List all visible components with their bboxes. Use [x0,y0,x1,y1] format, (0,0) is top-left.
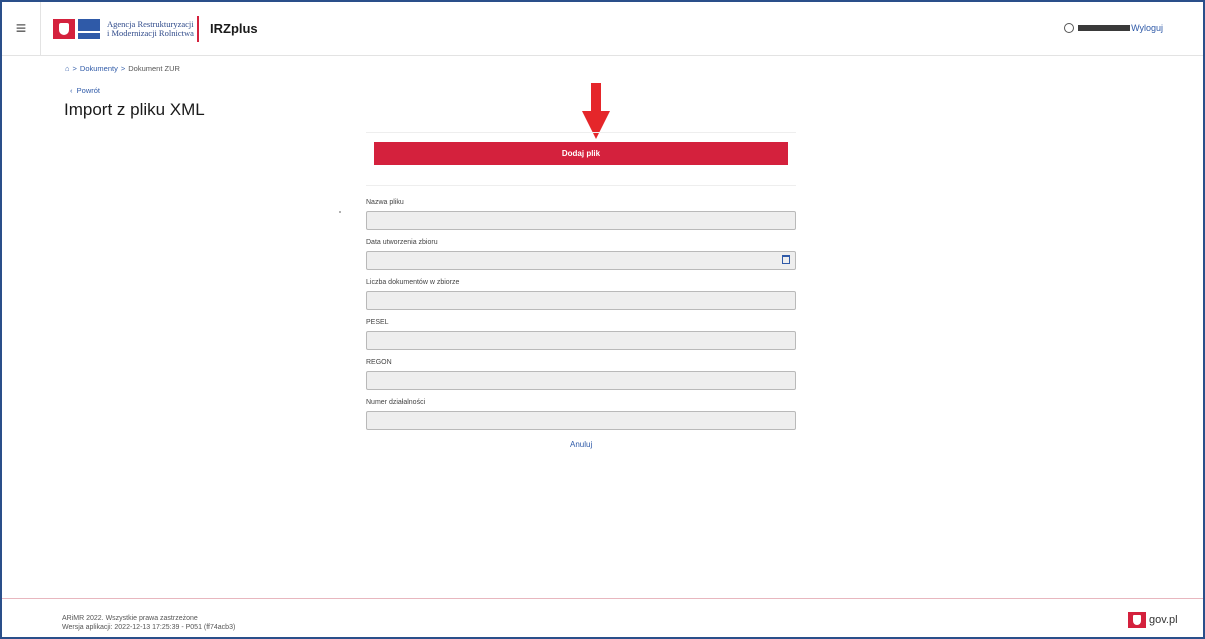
breadcrumb-item-current: Dokument ZUR [128,64,180,73]
hamburger-menu-icon[interactable]: ≡ [2,2,41,55]
back-label: Powrót [76,86,101,95]
gov-pl-label: gov.pl [1149,614,1178,626]
arimr-mark-icon [78,19,100,39]
home-icon[interactable]: ⌂ [65,64,70,73]
header-separator [197,16,199,42]
poland-emblem-icon [1128,612,1146,628]
breadcrumb-separator: > [120,64,126,73]
add-file-button[interactable]: Dodaj plik [374,142,788,165]
document-count-field[interactable] [366,291,796,310]
top-bar: ≡ Agencja Restrukturyzacji i Modernizacj… [2,2,1203,56]
back-link[interactable]: ‹ Powrót [70,86,100,95]
footer-divider [2,598,1203,599]
field-label-document-count: Liczba dokumentów w zbiorze [366,279,460,286]
logout-link[interactable]: Wyloguj [1131,23,1163,33]
breadcrumb-separator: > [72,64,77,73]
field-label-creation-date: Data utworzenia zbioru [366,239,438,246]
creation-date-field[interactable] [366,251,796,270]
chevron-left-icon: ‹ [70,86,73,95]
agency-name-line2: i Modernizacji Rolnictwa [107,28,194,38]
user-icon [1064,23,1075,33]
footer-copyright: ARiMR 2022. Wszystkie prawa zastrzeżone [62,615,198,622]
arimr-logo[interactable]: Agencja Restrukturyzacji i Modernizacji … [53,19,194,39]
cancel-link[interactable]: Anuluj [570,440,592,449]
app-name: IRZplus [210,21,258,36]
field-label-regon: REGON [366,359,392,366]
agency-name: Agencja Restrukturyzacji i Modernizacji … [107,20,194,38]
gov-pl-logo[interactable]: gov.pl [1128,612,1178,628]
field-label-file-name: Nazwa pliku [366,199,404,206]
footer-version: Wersja aplikacji: 2022-12-13 17:25:39 - … [62,624,236,631]
stray-dot [339,211,341,213]
breadcrumb-item-dokumenty[interactable]: Dokumenty [80,64,118,73]
user-area: Wyloguj [1064,23,1163,33]
field-label-business-number: Numer działalności [366,399,426,406]
breadcrumb: ⌂ > Dokumenty > Dokument ZUR [65,64,180,73]
calendar-icon[interactable] [782,255,790,264]
business-number-field[interactable] [366,411,796,430]
poland-emblem-icon [53,19,75,39]
username-redacted [1078,25,1131,31]
file-name-field[interactable] [366,211,796,230]
field-label-pesel: PESEL [366,319,389,326]
footer-info: ARiMR 2022. Wszystkie prawa zastrzeżone … [62,614,235,632]
pesel-field[interactable] [366,331,796,350]
regon-field[interactable] [366,371,796,390]
page-title: Import z pliku XML [64,100,205,119]
down-arrow-annotation-icon [582,83,610,139]
